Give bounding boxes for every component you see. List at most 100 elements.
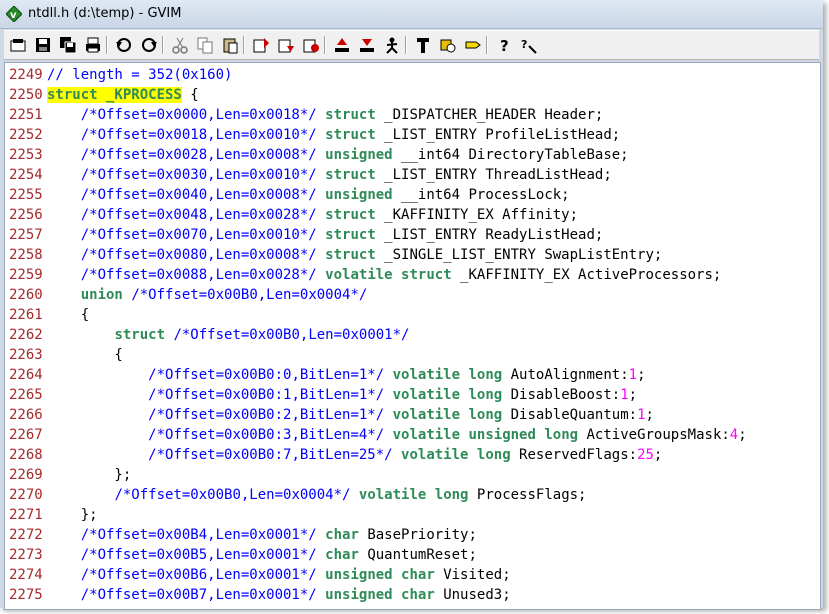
code-line[interactable]: 2250 struct _KPROCESS { — [9, 85, 747, 105]
code-line[interactable]: 2263 { — [9, 345, 747, 365]
code-token: __int64 DirectoryTableBase; — [392, 147, 629, 163]
code-line[interactable]: 2266 /*Offset=0x00B0:2,BitLen=1*/ volati… — [9, 405, 747, 425]
paste-icon[interactable] — [220, 35, 240, 55]
code-line[interactable]: 2254 /*Offset=0x0030,Len=0x0010*/ struct… — [9, 165, 747, 185]
cut-icon[interactable] — [170, 35, 190, 55]
code-token: /*Offset=0x0028,Len=0x0008*/ — [80, 147, 317, 163]
code-line[interactable]: 2275 /*Offset=0x00B7,Len=0x0001*/ unsign… — [9, 585, 747, 605]
code-line[interactable]: 2256 /*Offset=0x0048,Len=0x0028*/ struct… — [9, 205, 747, 225]
save-session-icon[interactable] — [276, 35, 296, 55]
code-line[interactable]: 2252 /*Offset=0x0018,Len=0x0010*/ struct… — [9, 125, 747, 145]
code-token: volatile — [392, 407, 461, 423]
save-all-icon[interactable] — [58, 35, 78, 55]
line-number: 2256 — [9, 207, 43, 223]
code-line[interactable]: 2269 }; — [9, 465, 747, 485]
code-line[interactable]: 2260 union /*Offset=0x00B0,Len=0x0004*/ — [9, 285, 747, 305]
code-line[interactable]: 2267 /*Offset=0x00B0:3,BitLen=4*/ volati… — [9, 425, 747, 445]
code-line[interactable]: 2251 /*Offset=0x0000,Len=0x0018*/ struct… — [9, 105, 747, 125]
code-line[interactable]: 2255 /*Offset=0x0040,Len=0x0008*/ unsign… — [9, 185, 747, 205]
copy-icon[interactable] — [195, 35, 215, 55]
line-number: 2263 — [9, 347, 43, 363]
code-token: union — [80, 287, 123, 303]
code-token: char — [401, 587, 435, 603]
code-line[interactable]: 2271 }; — [9, 505, 747, 525]
line-number: 2254 — [9, 167, 43, 183]
code-token: _DISPATCHER_HEADER Header; — [375, 107, 604, 123]
editor-area[interactable]: 2249// length = 352(0x160) 2250 struct _KP… — [4, 62, 821, 610]
tag-icon[interactable] — [463, 35, 483, 55]
code-line[interactable]: 2258 /*Offset=0x0080,Len=0x0008*/ struct… — [9, 245, 747, 265]
print-icon[interactable] — [83, 35, 103, 55]
toolbar-separator — [106, 36, 108, 54]
code-token: struct — [401, 267, 452, 283]
title-bar[interactable]: v ntdll.h (d:\temp) - GVIM — [0, 0, 823, 29]
code-token: ; — [628, 387, 638, 403]
find-help-icon[interactable] — [438, 35, 458, 55]
code-line[interactable]: 2249// length = 352(0x160) — [9, 65, 747, 85]
code-line[interactable]: 2268 /*Offset=0x00B0:7,BitLen=25*/ volat… — [9, 445, 747, 465]
code-line[interactable]: 2253 /*Offset=0x0028,Len=0x0008*/ unsign… — [9, 145, 747, 165]
code-token: { — [181, 87, 199, 103]
line-number: 2272 — [9, 527, 43, 543]
shell-icon[interactable] — [357, 35, 377, 55]
open-icon[interactable] — [8, 35, 28, 55]
code-token: volatile — [392, 387, 461, 403]
line-number: 2265 — [9, 387, 43, 403]
gvim-icon[interactable]: v — [5, 5, 23, 23]
code-line[interactable]: 2264 /*Offset=0x00B0:0,BitLen=1*/ volati… — [9, 365, 747, 385]
code-token: char — [325, 527, 359, 543]
code-buffer[interactable]: 2249// length = 352(0x160) 2250 struct _KP… — [9, 65, 747, 605]
code-token: DisableQuantum: — [502, 407, 638, 423]
code-line[interactable]: 2274 /*Offset=0x00B6,Len=0x0001*/ unsign… — [9, 565, 747, 585]
code-token: /*Offset=0x00B0,Len=0x0004*/ — [131, 287, 368, 303]
code-token: _LIST_ENTRY ReadyListHead; — [375, 227, 604, 243]
code-token: _KAFFINITY_EX ActiveProcessors; — [451, 267, 722, 283]
code-token: /*Offset=0x00B0:2,BitLen=1*/ — [148, 407, 385, 423]
code-line[interactable]: 2270 /*Offset=0x00B0,Len=0x0004*/ volati… — [9, 485, 747, 505]
find-help-search-icon[interactable]: ? — [519, 35, 539, 55]
code-token: DisableBoost: — [502, 387, 621, 403]
code-line[interactable]: 2259 /*Offset=0x0088,Len=0x0028*/ volati… — [9, 265, 747, 285]
line-number: 2252 — [9, 127, 43, 143]
code-line[interactable]: 2272 /*Offset=0x00B4,Len=0x0001*/ char B… — [9, 525, 747, 545]
line-number: 2258 — [9, 247, 43, 263]
code-line[interactable]: 2262 struct /*Offset=0x00B0,Len=0x0001*/ — [9, 325, 747, 345]
help-icon[interactable]: ? — [494, 35, 514, 55]
gvim-window: v ntdll.h (d:\temp) - GVIM ?? 2249// len… — [0, 0, 823, 610]
code-token: struct — [325, 227, 376, 243]
make-icon[interactable] — [332, 35, 352, 55]
code-line[interactable]: 2261 { — [9, 305, 747, 325]
code-token: _KAFFINITY_EX Affinity; — [375, 207, 579, 223]
code-token: /*Offset=0x00B0:7,BitLen=25*/ — [148, 447, 393, 463]
line-number: 2259 — [9, 267, 43, 283]
line-number: 2257 — [9, 227, 43, 243]
undo-icon[interactable] — [114, 35, 134, 55]
tag-jump-icon[interactable] — [413, 35, 433, 55]
redo-icon[interactable] — [139, 35, 159, 55]
code-line[interactable]: 2265 /*Offset=0x00B0:1,BitLen=1*/ volati… — [9, 385, 747, 405]
line-number: 2268 — [9, 447, 43, 463]
code-line[interactable]: 2273 /*Offset=0x00B5,Len=0x0001*/ char Q… — [9, 545, 747, 565]
run-ctags-icon[interactable] — [382, 35, 402, 55]
save-icon[interactable] — [33, 35, 53, 55]
code-line[interactable]: 2257 /*Offset=0x0070,Len=0x0010*/ struct… — [9, 225, 747, 245]
run-script-icon[interactable] — [301, 35, 321, 55]
line-number: 2250 — [9, 87, 43, 103]
load-session-icon[interactable] — [251, 35, 271, 55]
line-number: 2271 — [9, 507, 43, 523]
